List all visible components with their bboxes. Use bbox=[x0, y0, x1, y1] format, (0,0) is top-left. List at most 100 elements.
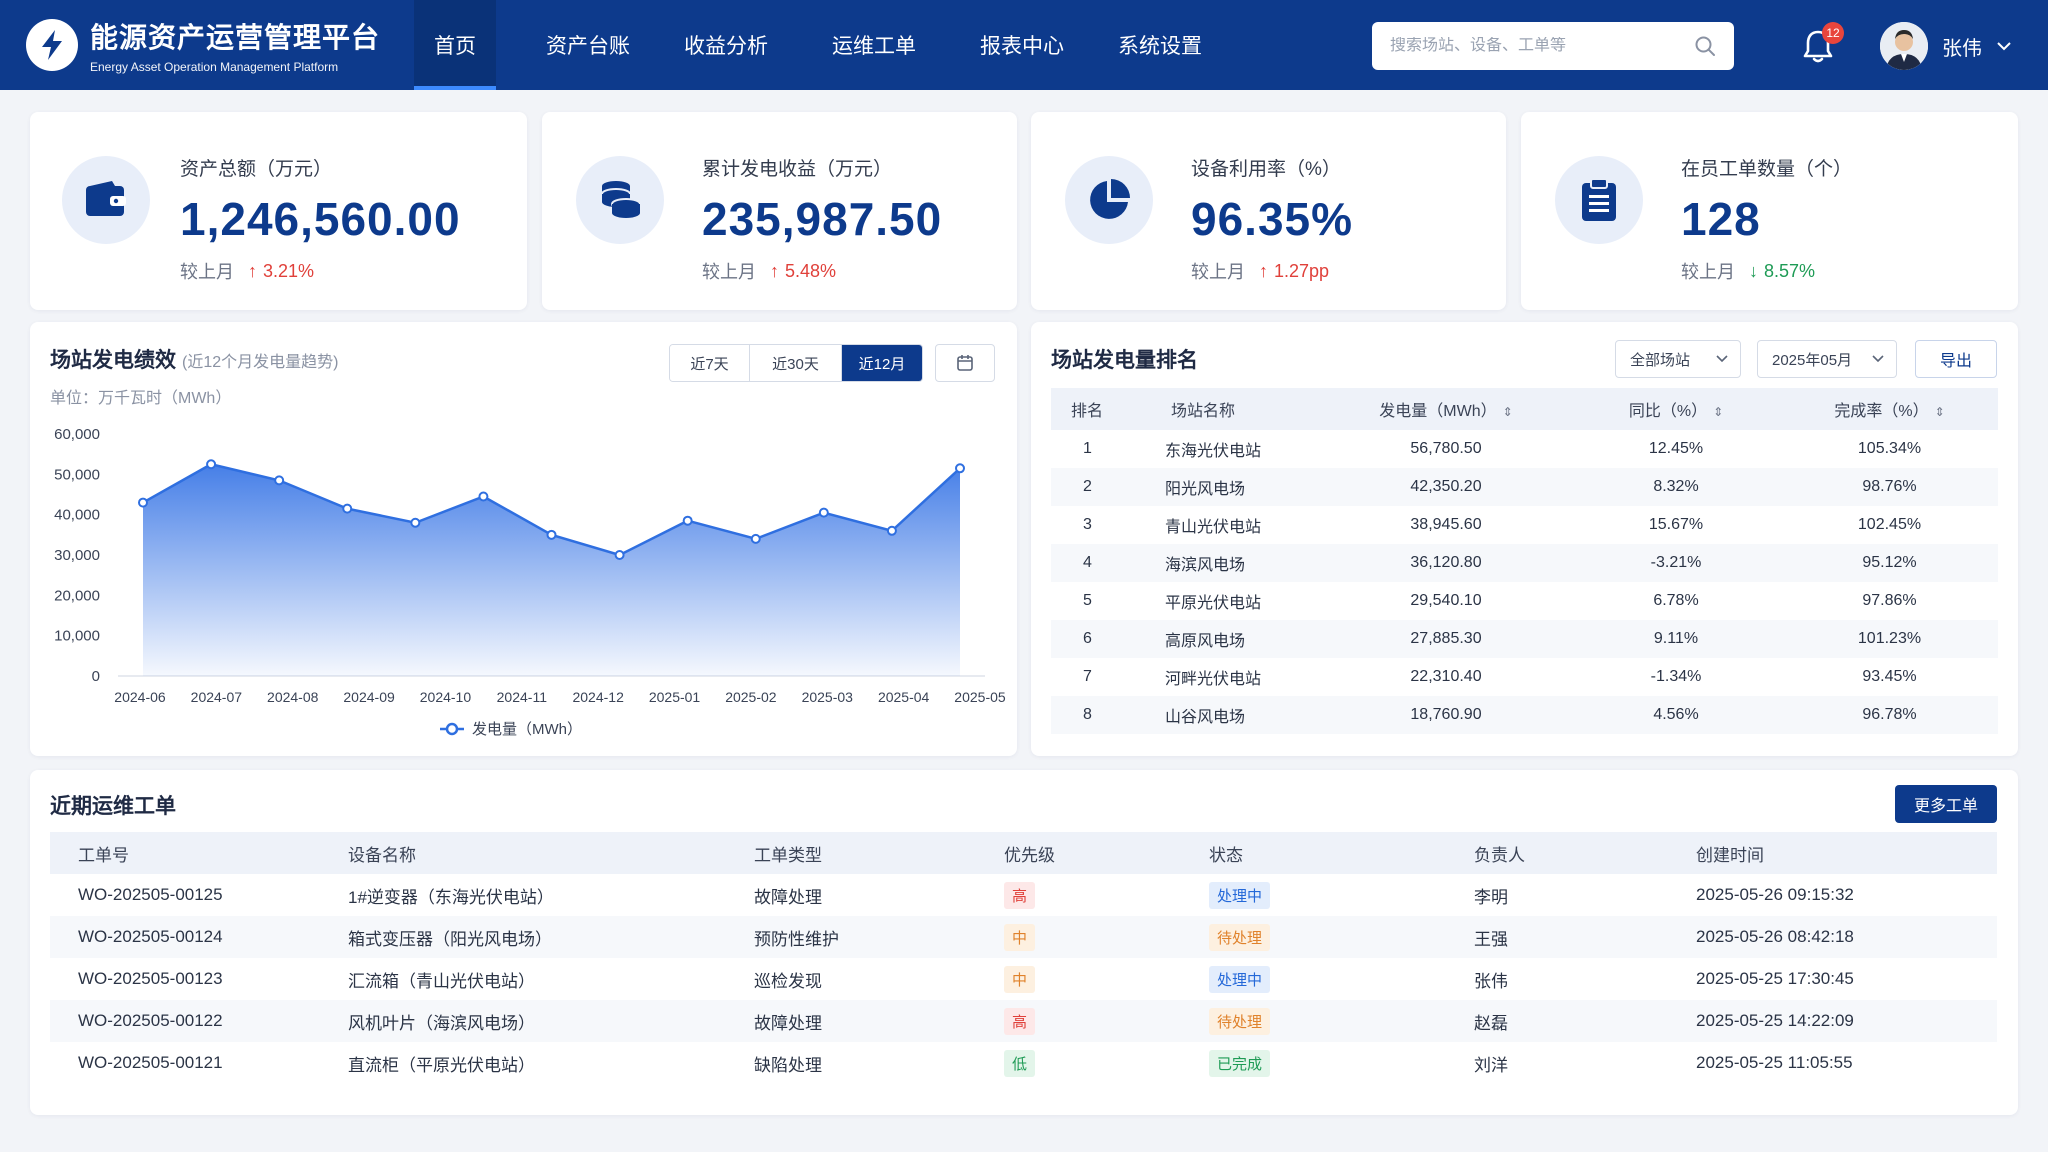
x-tick-label: 2024-12 bbox=[572, 689, 624, 705]
created-time-cell: 2025-05-26 09:15:32 bbox=[1696, 885, 1854, 904]
owner-cell: 张伟 bbox=[1474, 971, 1508, 991]
nav-asset-ledger[interactable]: 资产台账 bbox=[538, 0, 638, 90]
table-row[interactable]: 2 阳光风电场 42,350.20 8.32% 98.76% bbox=[1051, 468, 1998, 506]
search-icon[interactable] bbox=[1694, 35, 1716, 57]
table-row[interactable]: 8 山谷风电场 18,760.90 4.56% 96.78% bbox=[1051, 696, 1998, 734]
clipboard-icon bbox=[1555, 156, 1643, 244]
col-output[interactable]: 发电量（MWh） ⇕ bbox=[1321, 388, 1571, 430]
performance-panel: 场站发电绩效 (近12个月发电量趋势) 单位：万千瓦时（MWh） 近7天 近30天… bbox=[30, 322, 1017, 756]
completion-cell: 105.34% bbox=[1857, 440, 1922, 457]
nav-system-settings[interactable]: 系统设置 bbox=[1110, 0, 1210, 90]
table-row[interactable]: WO-202505-00122 风机叶片（海滨风电场） 故障处理高 待处理 赵磊 2025… bbox=[50, 1000, 1997, 1042]
table-row[interactable]: WO-202505-00125 1#逆变器（东海光伏电站） 故障处理 高 处理中 李明 20… bbox=[50, 874, 1997, 916]
rank-cell: 2 bbox=[1051, 468, 1121, 506]
station-filter-value: 全部场站 bbox=[1630, 351, 1691, 369]
data-point[interactable] bbox=[546, 529, 557, 540]
nav-report-center[interactable]: 报表中心 bbox=[972, 0, 1072, 90]
station-name-cell: 平原光伏电站 bbox=[1165, 595, 1262, 612]
data-point[interactable] bbox=[818, 507, 829, 518]
coins-icon bbox=[576, 156, 664, 244]
brand[interactable]: 能源资产运营管理平台 Energy Asset Operation Manage… bbox=[0, 16, 390, 74]
station-name-cell: 阳光风电场 bbox=[1121, 468, 1321, 506]
stat-value: 235,987.50 bbox=[702, 193, 943, 245]
table-row[interactable]: 7 河畔光伏电站 22,310.40 -1.34% 93.45% bbox=[1051, 658, 1998, 696]
output-cell: 42,350.20 bbox=[1321, 468, 1571, 506]
data-point[interactable] bbox=[478, 491, 489, 502]
data-point[interactable] bbox=[138, 497, 148, 508]
col-completion[interactable]: 完成率（%） ⇕ bbox=[1781, 388, 1998, 430]
order-id-cell[interactable]: WO-202505-00124 bbox=[50, 916, 348, 958]
stat-label: 累计发电收益（万元） bbox=[702, 159, 893, 180]
nav-maintenance-orders[interactable]: 运维工单 bbox=[824, 0, 924, 90]
station-name-cell: 东海光伏电站 bbox=[1165, 443, 1262, 460]
yoy-cell: 6.78% bbox=[1653, 592, 1699, 609]
table-row[interactable]: WO-202505-00124 箱式变压器（阳光风电场） 预防性维护中 待处理 王强 20… bbox=[50, 916, 1997, 958]
data-point[interactable] bbox=[410, 517, 421, 528]
yoy-cell: 12.45% bbox=[1648, 440, 1704, 457]
x-tick-label: 2024-09 bbox=[343, 689, 395, 705]
order-id-cell[interactable]: WO-202505-00123 bbox=[50, 958, 348, 1000]
table-row[interactable]: 5 平原光伏电站 29,540.10 6.78% 97.86% bbox=[1051, 582, 1998, 620]
completion-cell: 102.45% bbox=[1857, 516, 1922, 533]
data-point[interactable] bbox=[342, 503, 353, 514]
notification-bell-icon[interactable]: 12 bbox=[1800, 22, 1844, 66]
compare-label: 较上月 bbox=[1681, 262, 1735, 282]
order-id-cell[interactable]: WO-202505-00122 bbox=[50, 1000, 348, 1042]
more-workorders-button[interactable]: 更多工单 bbox=[1895, 785, 1997, 823]
priority-badge: 高 bbox=[1004, 881, 1036, 909]
y-tick-label: 50,000 bbox=[54, 466, 100, 483]
col-completion-label: 完成率（%） bbox=[1834, 403, 1929, 420]
stat-compare: 较上月 ↑ 1.27pp bbox=[1191, 258, 1329, 284]
completion-cell: 95.12% bbox=[1781, 544, 1998, 582]
table-row[interactable]: WO-202505-00121 直流柜（平原光伏电站） 缺陷处理 低 已完成 刘洋 2025… bbox=[50, 1042, 1997, 1084]
data-point[interactable] bbox=[750, 533, 761, 544]
data-point[interactable] bbox=[682, 515, 693, 526]
table-row[interactable]: 6 高原风电场 27,885.30 9.11% 101.23% bbox=[1051, 620, 1998, 658]
status-badge: 待处理 bbox=[1209, 1007, 1271, 1035]
arrow-up-icon: ↑ bbox=[248, 260, 257, 281]
type-cell: 缺陷处理 bbox=[754, 1055, 822, 1075]
data-point[interactable] bbox=[274, 475, 285, 486]
sort-icon[interactable]: ⇕ bbox=[1935, 405, 1945, 419]
chevron-down-icon bbox=[1997, 42, 2011, 51]
sort-icon[interactable]: ⇕ bbox=[1713, 405, 1723, 419]
table-row[interactable]: WO-202505-00123 汇流箱（青山光伏电站） 巡检发现 中 处理中 张伟 2025… bbox=[50, 958, 1997, 1000]
owner-cell: 李明 bbox=[1474, 887, 1508, 907]
data-point[interactable] bbox=[955, 463, 965, 474]
status-badge: 待处理 bbox=[1209, 923, 1271, 951]
stat-label: 设备利用率（%） bbox=[1191, 159, 1341, 180]
x-tick-label: 2024-10 bbox=[420, 689, 472, 705]
rank-cell: 7 bbox=[1083, 668, 1092, 685]
output-cell: 29,540.10 bbox=[1410, 592, 1482, 609]
data-point[interactable] bbox=[886, 525, 897, 536]
stat-compare: 较上月 ↑ 3.21% bbox=[180, 258, 314, 284]
order-id-cell[interactable]: WO-202505-00121 bbox=[50, 1042, 348, 1084]
user-menu[interactable]: 张伟 bbox=[1880, 22, 2012, 70]
search-input[interactable] bbox=[1390, 37, 1694, 55]
col-yoy-label: 同比（%） bbox=[1628, 403, 1708, 420]
stat-value: 96.35% bbox=[1191, 193, 1354, 245]
table-row[interactable]: 3 青山光伏电站 38,945.60 15.67% 102.45% bbox=[1051, 506, 1998, 544]
status-badge: 已完成 bbox=[1209, 1049, 1271, 1077]
stat-value: 128 bbox=[1681, 193, 1761, 245]
station-filter-select[interactable]: 全部场站 bbox=[1615, 340, 1741, 378]
area-fill bbox=[143, 464, 960, 676]
nav-home[interactable]: 首页 bbox=[414, 0, 496, 90]
order-id-cell[interactable]: WO-202505-00125 bbox=[50, 874, 348, 916]
y-tick-label: 0 bbox=[92, 668, 100, 685]
month-filter-select[interactable]: 2025年05月 bbox=[1757, 340, 1897, 378]
stat-label: 资产总额（万元） bbox=[180, 159, 333, 180]
station-name-cell: 山谷风电场 bbox=[1121, 696, 1321, 734]
data-point[interactable] bbox=[206, 459, 217, 470]
nav-revenue-analysis[interactable]: 收益分析 bbox=[676, 0, 776, 90]
export-button[interactable]: 导出 bbox=[1915, 340, 1997, 378]
data-point[interactable] bbox=[614, 550, 625, 560]
created-time-cell: 2025-05-26 08:42:18 bbox=[1696, 916, 1997, 958]
col-yoy[interactable]: 同比（%） ⇕ bbox=[1571, 388, 1781, 430]
status-badge: 处理中 bbox=[1209, 881, 1271, 909]
table-row[interactable]: 4 海滨风电场 36,120.80 -3.21% 95.12% bbox=[1051, 544, 1998, 582]
sort-icon[interactable]: ⇕ bbox=[1503, 405, 1513, 419]
stat-card-revenue: 累计发电收益（万元） 235,987.50 较上月 ↑ 5.48% bbox=[542, 112, 1017, 310]
table-row[interactable]: 1 东海光伏电站 56,780.50 12.45% 105.34% bbox=[1051, 430, 1998, 468]
owner-cell: 王强 bbox=[1474, 916, 1696, 958]
